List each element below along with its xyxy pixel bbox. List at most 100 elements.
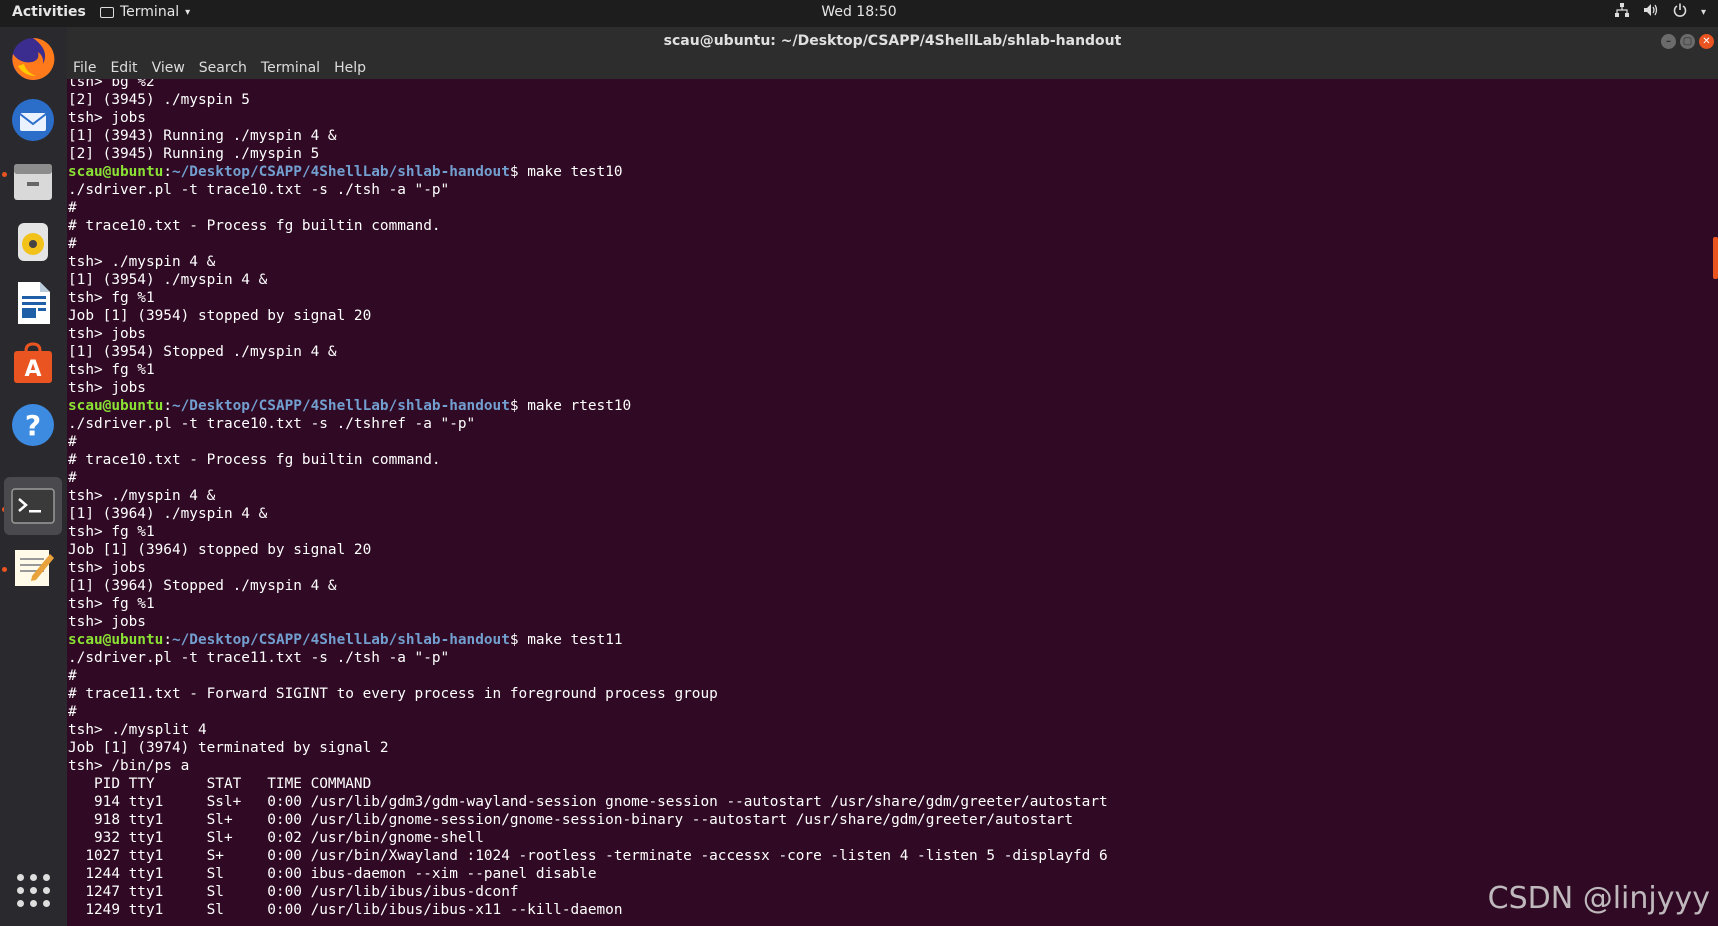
terminal-line: Job [1] (3974) terminated by signal 2 xyxy=(68,740,389,756)
terminal-line: tsh> ./myspin 4 & xyxy=(68,254,216,270)
terminal-line: # xyxy=(68,470,77,486)
dock-software[interactable]: A xyxy=(4,335,62,393)
command-text: $ make test11 xyxy=(509,632,623,648)
terminal-line: 1249 tty1 Sl 0:00 /usr/lib/ibus/ibus-x11… xyxy=(68,902,623,918)
help-icon: ? xyxy=(12,404,54,446)
terminal-line: tsh> fg %1 xyxy=(68,596,155,612)
menu-search[interactable]: Search xyxy=(199,60,247,76)
menu-edit[interactable]: Edit xyxy=(110,60,137,76)
apps-grid-icon xyxy=(16,873,50,907)
minimize-button[interactable]: – xyxy=(1661,34,1676,49)
dock-text-editor[interactable] xyxy=(4,538,62,596)
show-applications-button[interactable] xyxy=(4,861,62,919)
terminal-line: # xyxy=(68,434,77,450)
prompt-path: ~/Desktop/CSAPP/4ShellLab/shlab-handout xyxy=(171,632,510,648)
app-menu[interactable]: Terminal ▾ xyxy=(100,4,190,20)
network-icon[interactable] xyxy=(1614,3,1629,21)
terminal-line: tsh> fg %1 xyxy=(68,362,155,378)
watermark: CSDN @linjyyy xyxy=(1487,881,1710,916)
terminal-line: 932 tty1 Sl+ 0:02 /usr/bin/gnome-shell xyxy=(68,830,484,846)
terminal-line: tsh> jobs xyxy=(68,110,146,126)
terminal-line: # xyxy=(68,236,77,252)
terminal-line: scau@ubuntu:~/Desktop/CSAPP/4ShellLab/sh… xyxy=(68,631,1108,649)
rhythmbox-icon xyxy=(18,223,48,261)
window-titlebar[interactable]: scau@ubuntu: ~/Desktop/CSAPP/4ShellLab/s… xyxy=(67,27,1718,56)
terminal-lines: tsh> bg %2 [2] (3945) ./myspin 5 tsh> jobs… xyxy=(68,79,1108,919)
terminal-line: 914 tty1 Ssl+ 0:00 /usr/lib/gdm3/gdm-way… xyxy=(68,794,1108,810)
dock: A ? xyxy=(0,27,67,926)
prompt-colon: : xyxy=(163,632,172,648)
terminal-line: # trace10.txt - Process fg builtin comma… xyxy=(68,218,441,234)
terminal-line: tsh> fg %1 xyxy=(68,290,155,306)
window-title: scau@ubuntu: ~/Desktop/CSAPP/4ShellLab/s… xyxy=(663,33,1122,49)
terminal-icon xyxy=(11,488,55,524)
terminal-line: Job [1] (3954) stopped by signal 20 xyxy=(68,308,372,324)
terminal-line: [1] (3954) ./myspin 4 & xyxy=(68,272,268,288)
close-button[interactable]: ✕ xyxy=(1699,34,1714,49)
dock-firefox[interactable] xyxy=(4,30,62,88)
menu-terminal[interactable]: Terminal xyxy=(261,60,320,76)
menu-help[interactable]: Help xyxy=(334,60,366,76)
terminal-line: tsh> ./mysplit 4 xyxy=(68,722,207,738)
dock-files[interactable] xyxy=(4,152,62,210)
terminal-line: Job [1] (3964) stopped by signal 20 xyxy=(68,542,372,558)
prompt-user: scau@ubuntu xyxy=(68,164,164,180)
terminal-line: [1] (3964) Stopped ./myspin 4 & xyxy=(68,578,337,594)
writer-icon xyxy=(18,282,50,324)
top-panel: Activities Terminal ▾ Wed 18:50 ▾ xyxy=(0,0,1718,27)
terminal-line: ./sdriver.pl -t trace11.txt -s ./tsh -a … xyxy=(68,650,450,666)
terminal-line: # trace11.txt - Forward SIGINT to every … xyxy=(68,686,718,702)
menu-view[interactable]: View xyxy=(152,60,185,76)
prompt-user: scau@ubuntu xyxy=(68,632,164,648)
terminal-line: [2] (3945) ./myspin 5 xyxy=(68,92,250,108)
maximize-button[interactable]: ▢ xyxy=(1680,34,1695,49)
terminal-line: # xyxy=(68,704,77,720)
scrollbar-thumb[interactable] xyxy=(1713,237,1718,279)
command-text: $ make rtest10 xyxy=(509,398,632,414)
terminal-line: 918 tty1 Sl+ 0:00 /usr/lib/gnome-session… xyxy=(68,812,1074,828)
chevron-down-icon[interactable]: ▾ xyxy=(1701,7,1706,18)
dock-terminal[interactable] xyxy=(4,477,62,535)
clock[interactable]: Wed 18:50 xyxy=(0,4,1718,20)
terminal-line: # xyxy=(68,200,77,216)
power-icon[interactable] xyxy=(1673,3,1687,21)
firefox-icon xyxy=(12,37,55,80)
volume-icon[interactable] xyxy=(1643,3,1659,21)
menubar: File Edit View Search Terminal Help xyxy=(67,56,1718,79)
dock-thunderbird[interactable] xyxy=(4,91,62,149)
activities-button[interactable]: Activities xyxy=(12,4,86,20)
terminal-line: 1247 tty1 Sl 0:00 /usr/lib/ibus/ibus-dco… xyxy=(68,884,519,900)
terminal-line: tsh> bg %2 xyxy=(68,79,155,90)
files-icon xyxy=(14,164,52,200)
terminal-line: tsh> jobs xyxy=(68,614,146,630)
terminal-line: tsh> jobs xyxy=(68,380,146,396)
prompt-user: scau@ubuntu xyxy=(68,398,164,414)
text-editor-icon xyxy=(15,550,54,586)
terminal-output[interactable]: tsh> bg %2 [2] (3945) ./myspin 5 tsh> jobs… xyxy=(67,79,1718,926)
terminal-line: tsh> fg %1 xyxy=(68,524,155,540)
terminal-line: # trace10.txt - Process fg builtin comma… xyxy=(68,452,441,468)
terminal-line: [1] (3943) Running ./myspin 4 & xyxy=(68,128,337,144)
terminal-line: tsh> /bin/ps a xyxy=(68,758,190,774)
system-tray[interactable]: ▾ xyxy=(1614,3,1706,21)
terminal-line: PID TTY STAT TIME COMMAND xyxy=(68,776,372,792)
terminal-line: [1] (3964) ./myspin 4 & xyxy=(68,506,268,522)
terminal-line: ./sdriver.pl -t trace10.txt -s ./tshref … xyxy=(68,416,476,432)
command-text: $ make test10 xyxy=(509,164,623,180)
terminal-line: 1244 tty1 Sl 0:00 ibus-daemon --xim --pa… xyxy=(68,866,597,882)
terminal-icon xyxy=(100,6,114,18)
chevron-down-icon: ▾ xyxy=(185,6,191,18)
app-menu-label: Terminal xyxy=(120,4,180,20)
terminal-line: tsh> ./myspin 4 & xyxy=(68,488,216,504)
prompt-path: ~/Desktop/CSAPP/4ShellLab/shlab-handout xyxy=(171,398,510,414)
svg-text:A: A xyxy=(24,357,41,382)
menu-file[interactable]: File xyxy=(73,60,96,76)
terminal-line: [2] (3945) Running ./myspin 5 xyxy=(68,146,320,162)
terminal-line: scau@ubuntu:~/Desktop/CSAPP/4ShellLab/sh… xyxy=(68,163,1108,181)
terminal-line: # xyxy=(68,668,77,684)
dock-writer[interactable] xyxy=(4,274,62,332)
dock-rhythmbox[interactable] xyxy=(4,213,62,271)
thunderbird-icon xyxy=(12,99,54,141)
software-store-icon: A xyxy=(14,342,52,383)
dock-help[interactable]: ? xyxy=(4,396,62,454)
